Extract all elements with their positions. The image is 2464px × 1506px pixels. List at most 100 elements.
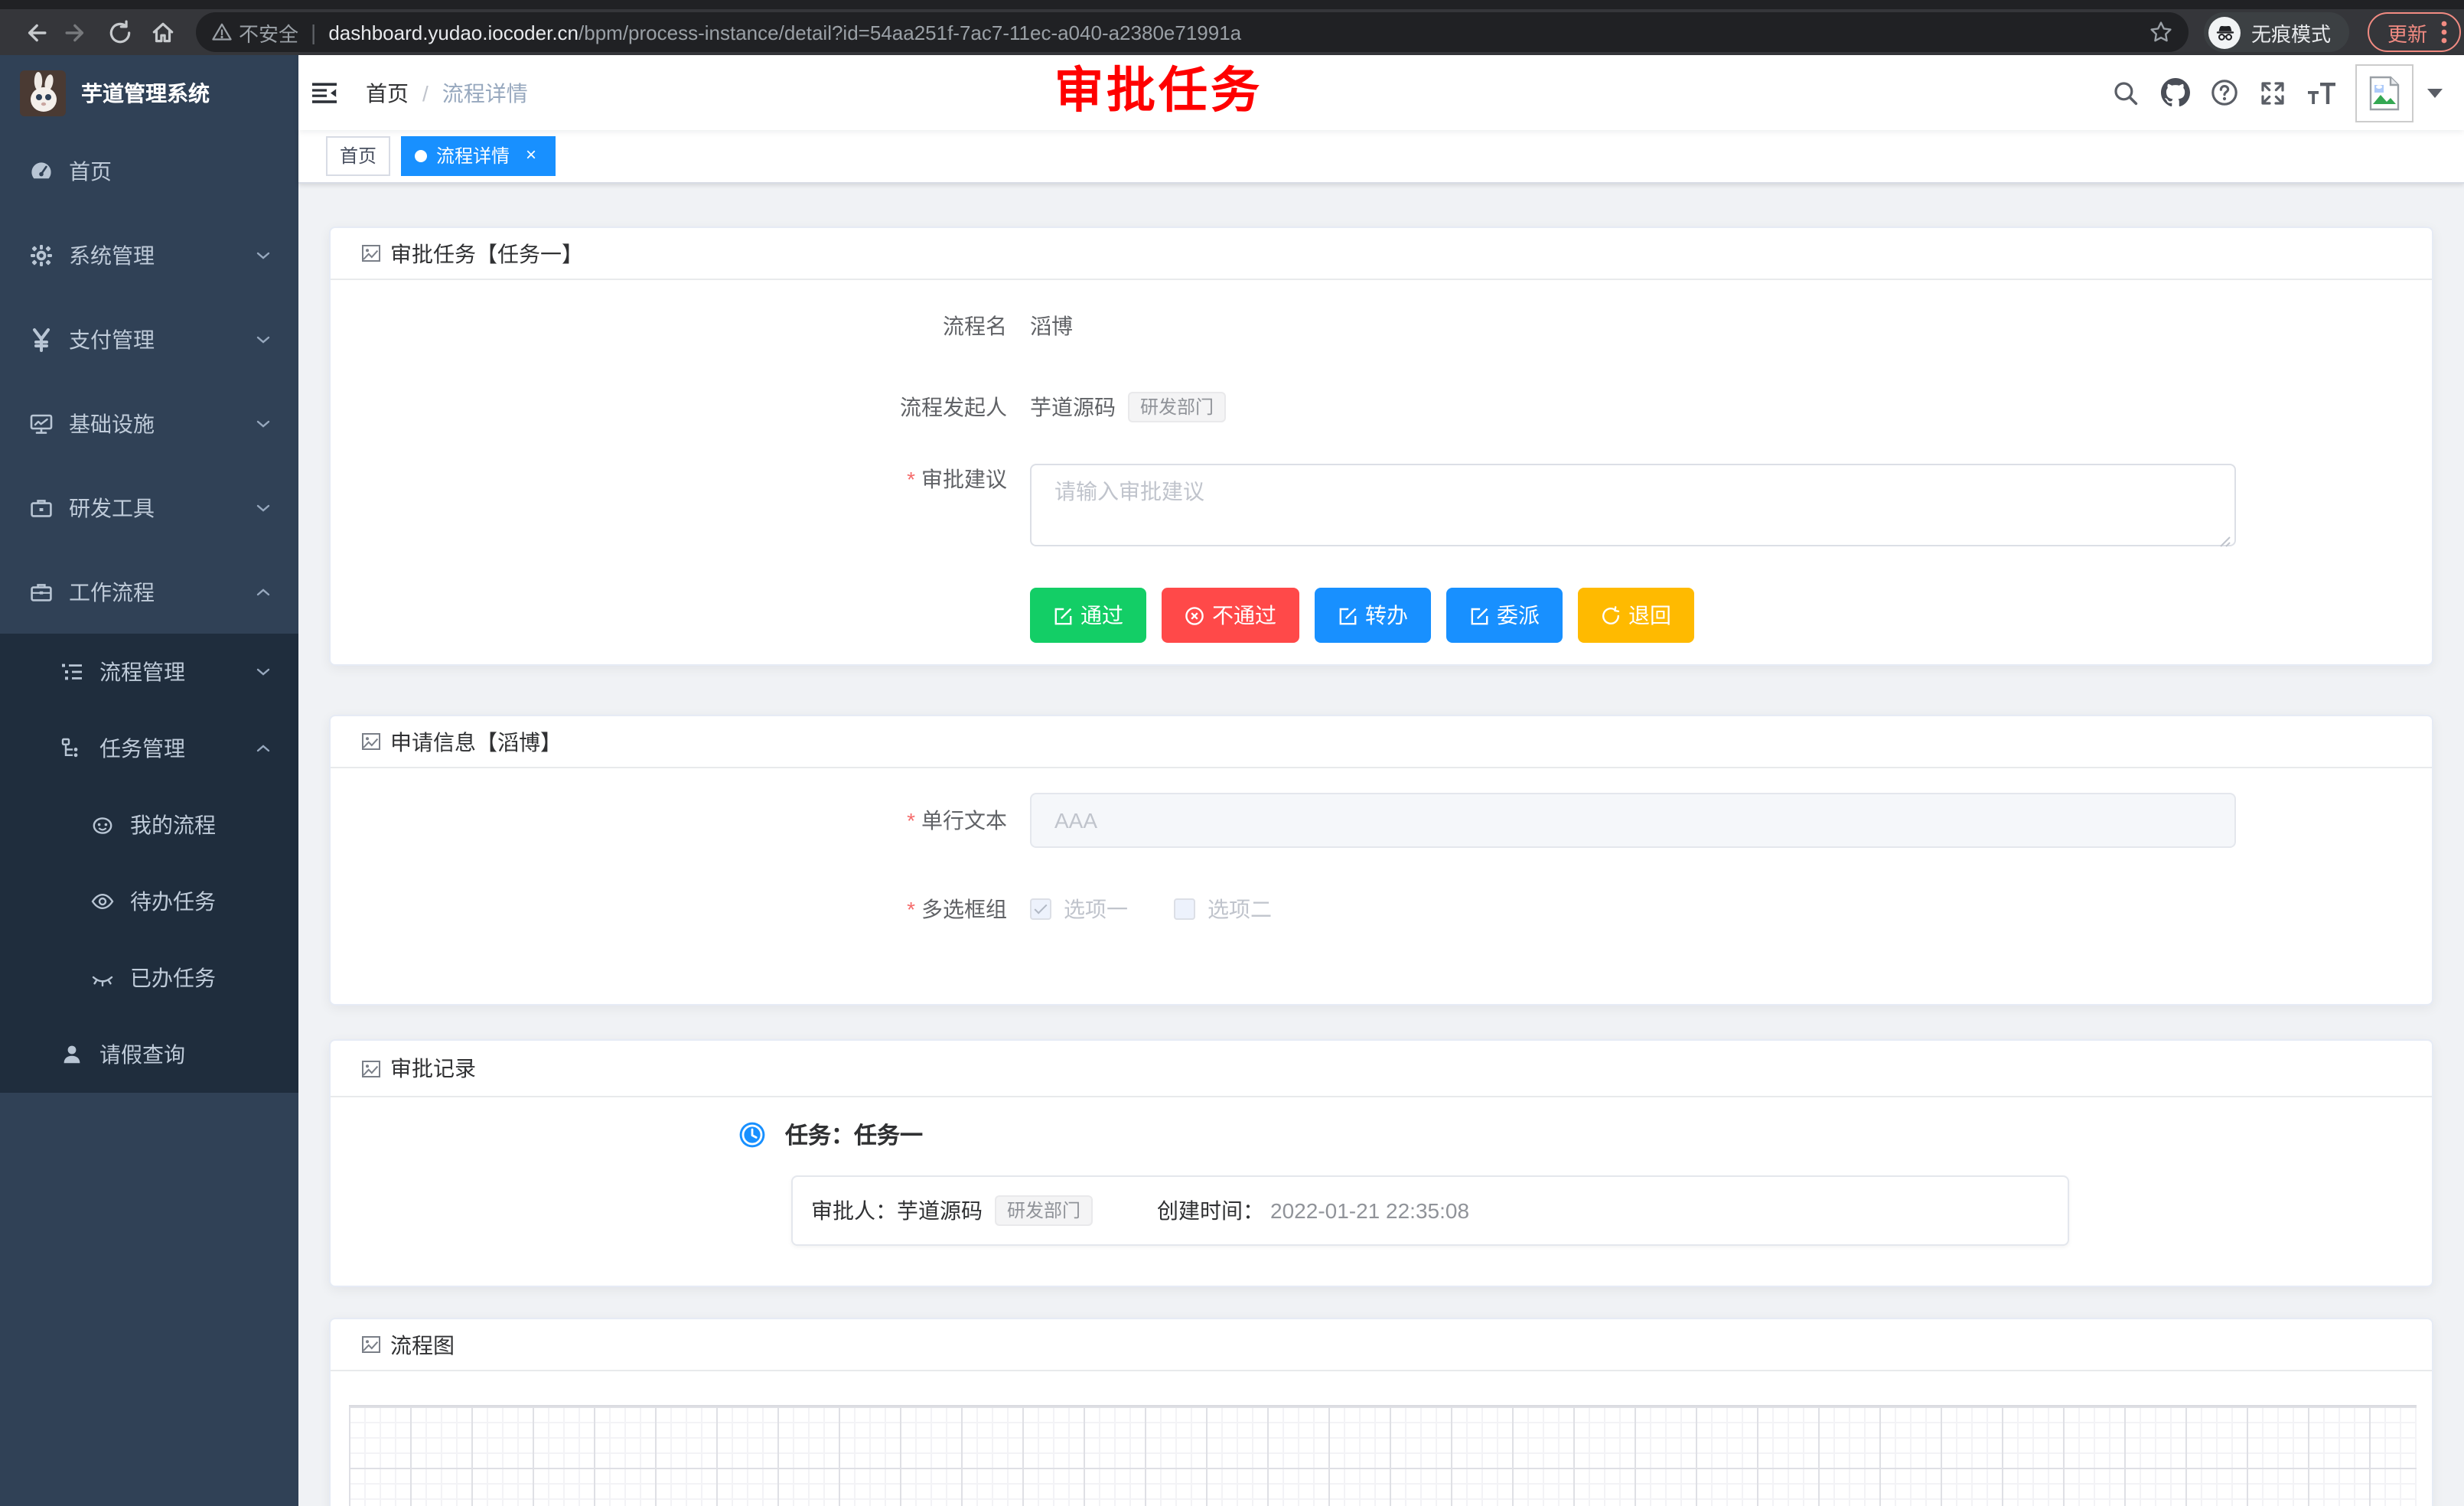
refresh-left-icon [1601,605,1621,625]
list-tree-icon [60,660,84,684]
broken-image-icon [2368,74,2401,111]
sidebar-item-home[interactable]: 首页 [0,129,298,213]
approve-task-card: 审批任务【任务一】 流程名 滔博 流程发起人 芋道源码 研发部门 [329,227,2433,666]
security-label: 不安全 [239,18,298,47]
card-title: 申请信息【滔博】 [390,726,562,757]
image-placeholder-icon [361,732,381,751]
checkbox-option-1[interactable]: 选项一 [1030,894,1128,924]
tag-process-detail[interactable]: 流程详情 × [401,136,556,176]
github-icon[interactable] [2150,55,2199,130]
suggest-textarea[interactable] [1030,464,2236,546]
chevron-up-icon [254,582,272,601]
chevron-down-icon [254,330,272,348]
single-text-input[interactable]: AAA [1030,793,2236,848]
sidebar-item-label: 请假查询 [99,1039,185,1070]
checkbox-checked-icon [1030,898,1051,920]
transfer-button[interactable]: 转办 [1315,588,1431,643]
browser-update-button[interactable]: 更新 [2368,12,2461,52]
approval-records-card: 审批记录 任务：任务一 审批人： 芋道源码 研发部门 创建时间： [329,1039,2433,1287]
tags-view-bar: 首页 流程详情 × [298,130,2464,184]
flow-tree-icon [60,736,84,761]
sidebar-item-devtools[interactable]: 研发工具 [0,465,298,549]
monitor-icon [29,411,54,435]
logo-image [20,70,66,116]
breadcrumb-home[interactable]: 首页 [366,77,409,108]
sidebar-item-payment[interactable]: 支付管理 [0,297,298,381]
return-button[interactable]: 退回 [1578,588,1694,643]
card-header: 流程图 [331,1319,2432,1371]
sidebar-item-my-process[interactable]: 我的流程 [0,787,298,863]
edit-icon [1469,605,1489,625]
sidebar-item-infra[interactable]: 基础设施 [0,381,298,465]
incognito-label: 无痕模式 [2251,18,2331,47]
app-logo[interactable]: 芋道管理系统 [0,55,298,132]
fullscreen-icon[interactable] [2248,55,2297,130]
sidebar-item-label: 基础设施 [69,408,155,438]
sidebar-toggle-icon[interactable] [298,55,354,130]
approve-button[interactable]: 通过 [1030,588,1146,643]
initiator-row: 流程发起人 芋道源码 研发部门 [361,392,2401,422]
sidebar-item-label: 任务管理 [99,733,185,764]
workflow-submenu: 流程管理 任务管理 我的流程 [0,634,298,1093]
home-icon[interactable] [141,12,184,52]
window-frame [0,0,2464,9]
app-title: 芋道管理系统 [81,78,210,109]
forward-icon[interactable] [55,12,98,52]
delegate-button[interactable]: 委派 [1446,588,1563,643]
briefcase-icon [29,579,54,604]
tag-close-icon[interactable]: × [520,145,542,167]
single-text-label: 单行文本 [361,805,1030,836]
button-label: 通过 [1080,600,1123,631]
sidebar-item-leave-query[interactable]: 请假查询 [0,1016,298,1093]
checkbox-option-2[interactable]: 选项二 [1174,894,1272,924]
card-body [331,1371,2432,1506]
chevron-down-icon [254,246,272,264]
breadcrumb-separator: / [422,80,429,105]
sidebar-item-process-mgmt[interactable]: 流程管理 [0,634,298,710]
approver-name: 芋道源码 [897,1195,983,1226]
avatar-caret-icon[interactable] [2427,88,2443,97]
image-placeholder-icon [361,243,381,263]
avatar[interactable] [2355,64,2413,122]
security-warning-icon [211,21,233,43]
card-body: 任务：任务一 审批人： 芋道源码 研发部门 创建时间： 2022-01-21 2… [331,1097,2432,1286]
resize-grip-icon[interactable] [2219,536,2231,548]
yen-icon [29,327,54,351]
help-icon[interactable] [2199,55,2248,130]
chevron-down-icon [254,498,272,517]
sidebar-item-label: 待办任务 [130,886,216,917]
sidebar-item-label: 系统管理 [69,240,155,270]
dept-tag: 研发部门 [995,1195,1093,1226]
url-separator: | [311,20,316,44]
process-name-label: 流程名 [361,311,1030,341]
sidebar-item-label: 首页 [69,155,112,186]
reject-button[interactable]: 不通过 [1162,588,1299,643]
sidebar-item-label: 我的流程 [130,810,216,840]
gear-icon [29,243,54,267]
url-bar[interactable]: 不安全 | dashboard.yudao.iocoder.cn/bpm/pro… [196,12,2189,52]
sidebar-item-task-mgmt[interactable]: 任务管理 [0,710,298,787]
search-icon[interactable] [2101,55,2150,130]
checkbox-group-row: 多选框组 选项一 选项二 [361,882,2401,937]
sidebar-item-system[interactable]: 系统管理 [0,213,298,297]
bookmark-star-icon[interactable] [2149,20,2173,44]
sidebar-item-workflow[interactable]: 工作流程 [0,549,298,634]
dept-tag: 研发部门 [1128,392,1226,422]
sidebar-item-label: 研发工具 [69,492,155,523]
bpmn-canvas[interactable] [349,1405,2417,1506]
font-size-icon[interactable] [2297,55,2346,130]
initiator-name: 芋道源码 [1030,392,1116,422]
incognito-badge: 无痕模式 [2204,12,2349,52]
suggest-field-wrap [1030,464,2236,554]
browser-menu-icon[interactable] [2441,20,2447,44]
sidebar-item-label: 支付管理 [69,324,155,354]
reload-icon[interactable] [98,12,141,52]
suggest-row: 审批建议 [361,464,2401,554]
card-body: 流程名 滔博 流程发起人 芋道源码 研发部门 审批建议 [331,280,2432,664]
created-time: 2022-01-21 22:35:08 [1270,1198,1469,1223]
sidebar-item-todo-tasks[interactable]: 待办任务 [0,863,298,940]
sidebar-item-done-tasks[interactable]: 已办任务 [0,940,298,1016]
back-icon[interactable] [12,12,55,52]
image-placeholder-icon [361,1335,381,1354]
tag-home[interactable]: 首页 [326,136,390,176]
